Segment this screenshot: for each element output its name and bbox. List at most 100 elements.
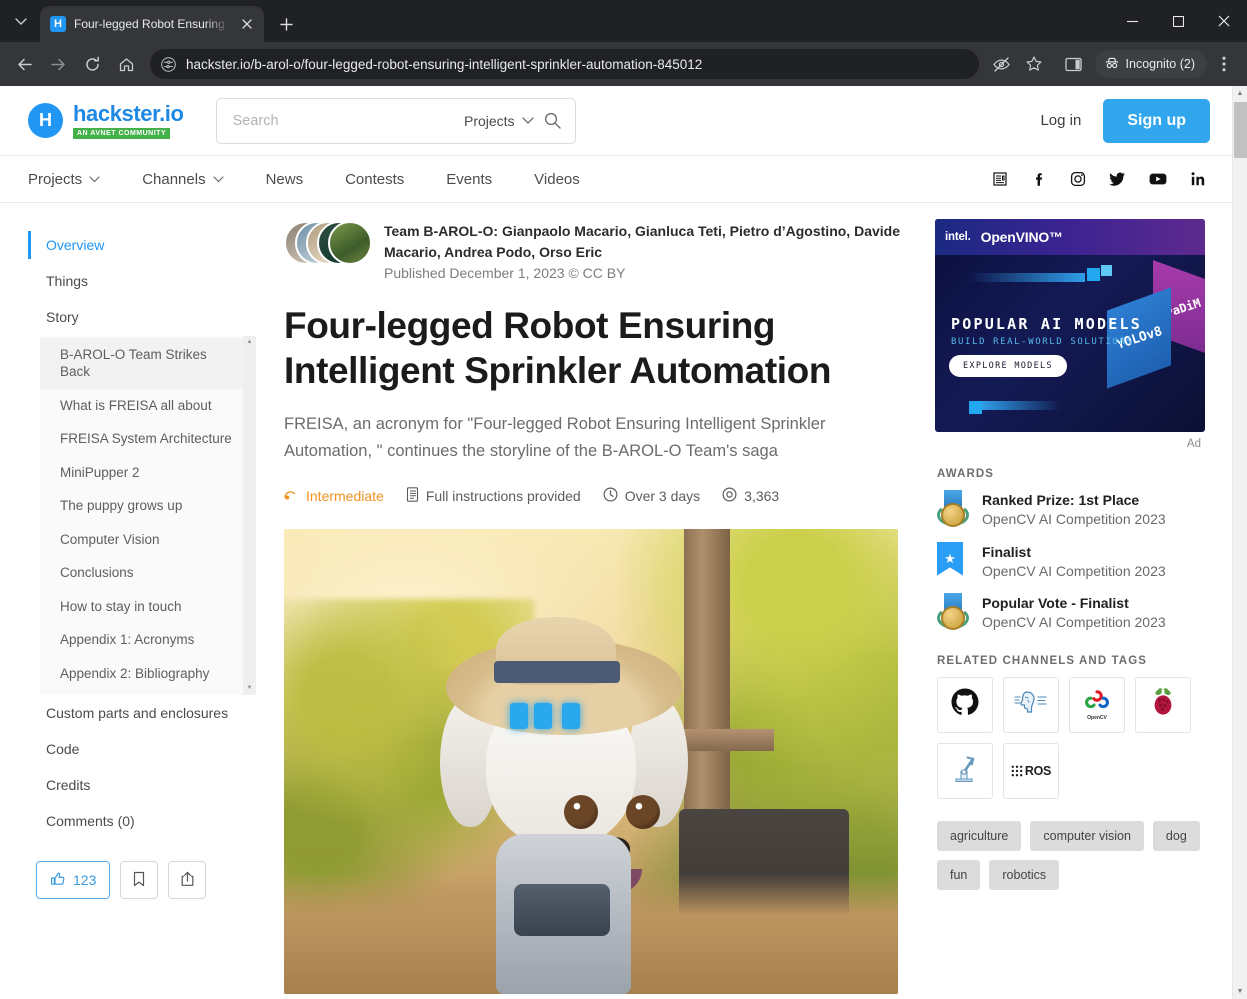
nav-label: Events [446, 170, 493, 188]
toc-sub-item[interactable]: MiniPupper 2 [40, 456, 256, 490]
clock-icon [603, 487, 618, 505]
tag-robotics[interactable]: robotics [989, 859, 1060, 890]
login-link[interactable]: Log in [1040, 112, 1081, 129]
page-viewport: H hackster.io AN AVNET COMMUNITY Project… [0, 86, 1247, 999]
page-title: Four-legged Robot Ensuring Intelligent S… [284, 305, 832, 392]
toc-item-comments[interactable]: Comments (0) [28, 803, 256, 839]
nav-item-channels[interactable]: Channels [121, 171, 244, 188]
channel-github[interactable] [937, 676, 993, 733]
linkedin-icon[interactable] [1190, 171, 1206, 187]
news-icon[interactable] [992, 171, 1008, 187]
chevron-down-icon [89, 175, 100, 182]
toc-sub-item[interactable]: How to stay in touch [40, 590, 256, 624]
toc-item-credits[interactable]: Credits [28, 767, 256, 803]
maximize-icon[interactable] [1155, 0, 1201, 42]
author-names[interactable]: Team B-AROL-O: Gianpaolo Macario, Gianlu… [384, 221, 905, 263]
tab-search-button[interactable] [6, 6, 36, 36]
three-dot-menu-icon[interactable] [1209, 49, 1239, 79]
tag-dog[interactable]: dog [1152, 820, 1200, 851]
ad-headline: POPULAR AI MODELS [951, 315, 1142, 333]
toc-item-story[interactable]: Story [28, 299, 256, 335]
toc-sub-item[interactable]: FREISA System Architecture [40, 422, 256, 456]
avatar-stack[interactable] [284, 221, 372, 265]
tag-fun[interactable]: fun [937, 859, 981, 890]
toc-sub-item[interactable]: Appendix 1: Acronyms [40, 623, 256, 657]
eye-slash-icon[interactable] [987, 49, 1017, 79]
forward-arrow-icon[interactable] [42, 48, 74, 80]
site-settings-icon[interactable] [158, 54, 178, 74]
reload-icon[interactable] [76, 48, 108, 80]
signup-button[interactable]: Sign up [1103, 98, 1210, 143]
hackster-logo[interactable]: H hackster.io AN AVNET COMMUNITY [28, 102, 184, 139]
side-panel-icon[interactable] [1059, 49, 1089, 79]
toc-sub-item[interactable]: Conclusions [40, 556, 256, 590]
search-icon[interactable] [544, 112, 561, 129]
advertisement[interactable]: intel. OpenVINO™ PaDiM YOLOv8 POPULAR AI… [935, 219, 1205, 432]
search-scope-dropdown[interactable]: Projects [464, 113, 534, 129]
scroll-up-arrow-icon[interactable]: ▲ [1233, 86, 1247, 101]
star-icon[interactable] [1019, 49, 1049, 79]
tag-list: agriculture computer vision dog fun robo… [935, 820, 1205, 890]
toc-item-things[interactable]: Things [28, 263, 256, 299]
like-button[interactable]: 123 [36, 861, 111, 900]
toc-sub-item[interactable]: Computer Vision [40, 523, 256, 557]
youtube-icon[interactable] [1149, 172, 1167, 186]
toc-sub-item[interactable]: What is FREISA all about [40, 389, 256, 423]
page-scrollbar[interactable]: ▲ ▼ [1232, 86, 1247, 999]
bookmark-button[interactable] [120, 861, 159, 900]
window-close-icon[interactable] [1201, 0, 1247, 42]
nav-item-news[interactable]: News [245, 171, 325, 188]
ad-cta-button[interactable]: EXPLORE MODELS [949, 355, 1067, 377]
channel-raspberry-pi[interactable] [1135, 676, 1191, 733]
site-nav: Projects Channels News Contests Events V… [0, 155, 1232, 203]
nav-item-events[interactable]: Events [425, 171, 513, 188]
finalist-flag-icon: ★ [937, 541, 969, 578]
url-text: hackster.io/b-arol-o/four-legged-robot-e… [186, 56, 703, 72]
channel-robot-arm[interactable] [937, 742, 993, 799]
new-tab-button[interactable] [272, 10, 300, 38]
led-indicator [534, 702, 552, 729]
toc-item-custom-parts[interactable]: Custom parts and enclosures [28, 695, 256, 731]
channel-opencv[interactable]: OpenCV [1069, 676, 1125, 733]
address-bar[interactable]: hackster.io/b-arol-o/four-legged-robot-e… [150, 49, 979, 79]
search-box[interactable]: Projects [215, 97, 576, 144]
toc-sub-item[interactable]: Appendix 2: Bibliography [40, 657, 256, 691]
toc-sub-item[interactable]: The puppy grows up [40, 489, 256, 523]
nav-item-projects[interactable]: Projects [28, 171, 121, 188]
nav-item-contests[interactable]: Contests [324, 171, 425, 188]
instagram-icon[interactable] [1070, 171, 1086, 187]
channel-ros[interactable]: ROS [1003, 742, 1059, 799]
tag-computer-vision[interactable]: computer vision [1030, 820, 1144, 851]
close-icon[interactable] [238, 15, 256, 33]
share-icon [180, 871, 195, 890]
article-main: Team B-AROL-O: Gianpaolo Macario, Gianlu… [256, 219, 933, 994]
scroll-down-arrow-icon[interactable]: ▼ [1233, 984, 1247, 999]
share-button[interactable] [168, 861, 207, 900]
minimize-icon[interactable] [1109, 0, 1155, 42]
scroll-up-arrow-icon[interactable]: ▲ [243, 336, 256, 349]
award-subtitle: OpenCV AI Competition 2023 [982, 562, 1166, 579]
page-content: Overview Things Story B-AROL-O Team Stri… [0, 203, 1232, 994]
toc-scrollbar[interactable]: ▲ ▼ [243, 335, 256, 695]
toc-sub-item[interactable]: B-AROL-O Team Strikes Back [40, 337, 256, 389]
story-subsection-list: B-AROL-O Team Strikes Back What is FREIS… [40, 335, 256, 695]
browser-tab[interactable]: H Four-legged Robot Ensuring Int [40, 6, 264, 42]
back-arrow-icon[interactable] [8, 48, 40, 80]
nav-item-videos[interactable]: Videos [513, 171, 601, 188]
scrollbar-thumb[interactable] [1234, 102, 1247, 158]
twitter-icon[interactable] [1109, 171, 1126, 187]
instructions-label: Full instructions provided [425, 487, 581, 504]
tag-agriculture[interactable]: agriculture [937, 820, 1022, 851]
channel-ai-brain[interactable] [1003, 676, 1059, 733]
toc-item-code[interactable]: Code [28, 731, 256, 767]
gold-medal-icon [937, 593, 969, 631]
article-hero-image[interactable] [284, 528, 898, 994]
scroll-down-arrow-icon[interactable]: ▼ [243, 682, 256, 695]
home-icon[interactable] [110, 48, 142, 80]
award-title: Finalist [982, 543, 1032, 560]
difficulty-icon [284, 488, 299, 504]
toc-item-overview[interactable]: Overview [28, 227, 256, 263]
search-input[interactable] [232, 112, 454, 129]
facebook-icon[interactable] [1031, 171, 1047, 187]
incognito-profile-button[interactable]: Incognito (2) [1094, 50, 1207, 78]
